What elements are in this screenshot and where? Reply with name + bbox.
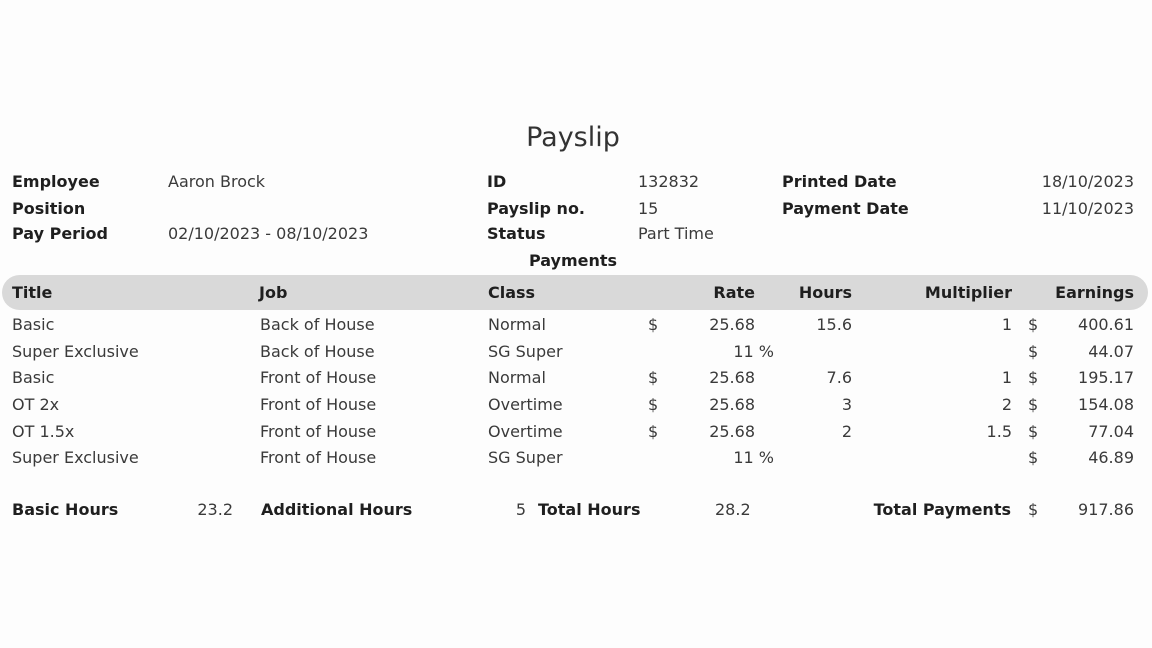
cell-hours: 15.6 [816,315,852,334]
cell-class: Normal [488,315,546,334]
printed-date-label: Printed Date [782,172,897,191]
total-payments-value: 917.86 [1078,500,1134,519]
header-job: Job [259,283,288,302]
pay-period-label: Pay Period [12,224,108,243]
cell-title: OT 2x [12,395,60,414]
position-label: Position [12,199,86,218]
cell-earnings-currency: $ [1028,422,1039,441]
header-multiplier: Multiplier [924,283,1012,302]
employee-value: Aaron Brock [168,172,266,191]
cell-title: Basic [12,368,55,387]
header-title: Title [12,283,53,302]
cell-hours: 3 [841,395,852,414]
cell-earnings: 154.08 [1078,395,1134,414]
header-earnings: Earnings [1055,283,1134,302]
cell-title: Basic [12,315,55,334]
total-payments-label: Total Payments [873,500,1011,519]
status-label: Status [487,224,546,243]
cell-multiplier: 1.5 [986,422,1012,441]
cell-rate: 25.68 [709,395,755,414]
cell-hours: 7.6 [826,368,852,387]
cell-job: Front of House [260,395,377,414]
basic-hours-value: 23.2 [197,500,233,519]
payslip-no-value: 15 [638,199,659,218]
cell-earnings: 44.07 [1088,342,1134,361]
payslip-no-label: Payslip no. [487,199,586,218]
page-title: Payslip [526,122,620,153]
total-hours-label: Total Hours [538,500,641,519]
cell-title: Super Exclusive [12,342,139,361]
status-value: Part Time [638,224,714,243]
payment-date-value: 11/10/2023 [1041,199,1134,218]
cell-multiplier: 1 [1001,315,1012,334]
cell-earnings-currency: $ [1028,342,1039,361]
id-value: 132832 [638,172,700,191]
cell-title: Super Exclusive [12,448,139,467]
cell-job: Back of House [260,315,375,334]
cell-job: Front of House [260,448,377,467]
cell-rate-currency: $ [648,395,659,414]
cell-class: Overtime [488,422,563,441]
cell-job: Front of House [260,422,377,441]
cell-rate: 11 % [733,342,774,361]
cell-title: OT 1.5x [12,422,75,441]
employee-label: Employee [12,172,100,191]
additional-hours-label: Additional Hours [261,500,413,519]
cell-earnings: 195.17 [1078,368,1134,387]
cell-rate-currency: $ [648,368,659,387]
cell-earnings-currency: $ [1028,448,1039,467]
payments-heading: Payments [528,251,618,270]
cell-earnings: 400.61 [1078,315,1134,334]
id-label: ID [487,172,507,191]
cell-earnings: 77.04 [1088,422,1134,441]
cell-class: Normal [488,368,546,387]
cell-class: Overtime [488,395,563,414]
pay-period-value: 02/10/2023 - 08/10/2023 [168,224,369,243]
cell-multiplier: 1 [1001,368,1012,387]
cell-rate: 25.68 [709,422,755,441]
cell-rate-currency: $ [648,315,659,334]
cell-earnings: 46.89 [1088,448,1134,467]
basic-hours-label: Basic Hours [12,500,119,519]
cell-rate: 25.68 [709,315,755,334]
printed-date-value: 18/10/2023 [1041,172,1134,191]
total-payments-currency: $ [1028,500,1039,519]
cell-earnings-currency: $ [1028,368,1039,387]
cell-rate-currency: $ [648,422,659,441]
cell-rate: 11 % [733,448,774,467]
cell-hours: 2 [841,422,852,441]
cell-rate: 25.68 [709,368,755,387]
header-rate: Rate [713,283,755,302]
additional-hours-value: 5 [515,500,526,519]
total-hours-value: 28.2 [715,500,751,519]
cell-earnings-currency: $ [1028,395,1039,414]
cell-multiplier: 2 [1001,395,1012,414]
cell-class: SG Super [488,448,563,467]
payment-date-label: Payment Date [782,199,909,218]
header-hours: Hours [798,283,852,302]
cell-class: SG Super [488,342,563,361]
header-class: Class [488,283,536,302]
cell-earnings-currency: $ [1028,315,1039,334]
cell-job: Front of House [260,368,377,387]
cell-job: Back of House [260,342,375,361]
